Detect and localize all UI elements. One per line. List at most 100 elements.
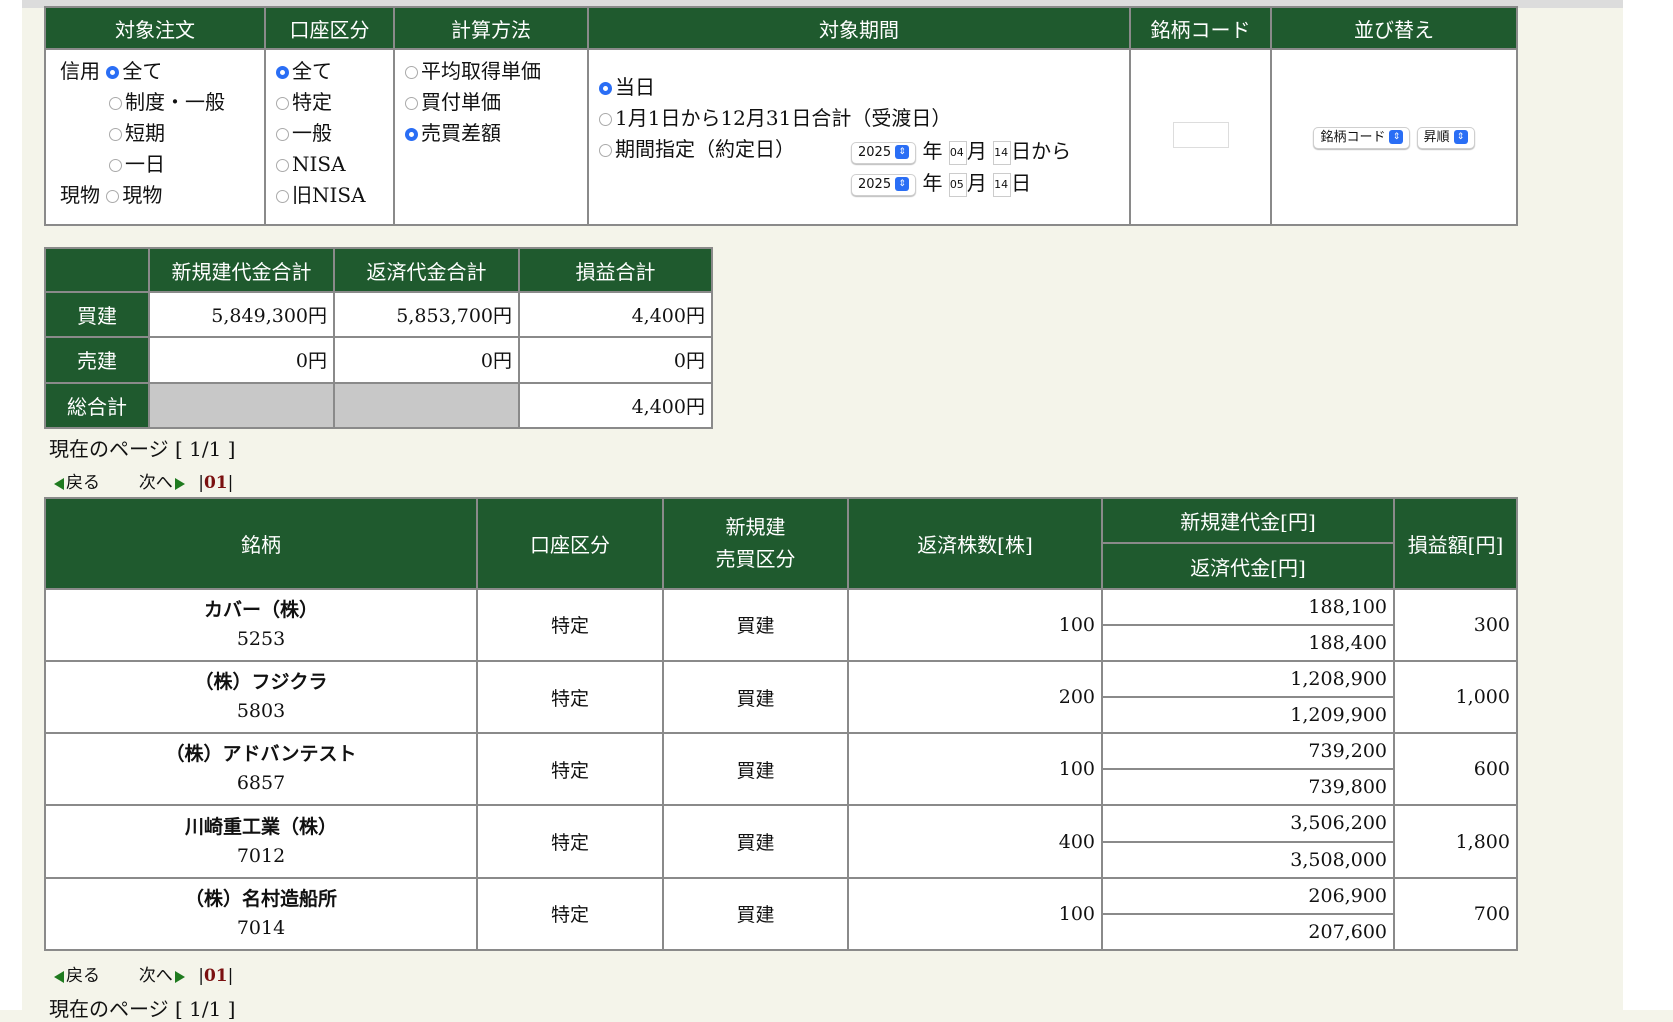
trade-side: 買建 (664, 878, 847, 949)
trade-code: 6857 (236, 772, 286, 795)
radio-account-nisa[interactable] (276, 159, 289, 172)
trades-header-name: 銘柄 (46, 499, 476, 588)
trade-account: 特定 (478, 734, 662, 805)
pager-bottom: 戻る 次へ |01| (54, 961, 233, 986)
trade-side: 買建 (664, 806, 847, 877)
radio-period-today[interactable] (599, 82, 612, 95)
radio-order-day[interactable] (109, 159, 122, 172)
trade-qty: 100 (849, 878, 1101, 949)
trade-row: 川崎重工業（株） 7012 特定 買建 400 3,506,200 1,800 (46, 806, 1516, 877)
trade-name-cell: （株）フジクラ 5803 (46, 661, 476, 733)
day-from-label: 日から (1011, 139, 1072, 163)
summary-cell-empty (335, 383, 518, 427)
select-arrow-icon: ⇕ (1389, 130, 1404, 144)
radio-account-tokutei[interactable] (276, 97, 289, 110)
radio-label: 全て (292, 59, 332, 83)
summary-cell: 5,849,300円 (150, 293, 333, 337)
trade-name: カバー（株） (203, 598, 318, 621)
trade-pl: 1,800 (1395, 806, 1516, 877)
trade-name: （株）フジクラ (194, 671, 328, 694)
to-month-input[interactable]: 05 (948, 172, 967, 197)
radio-calc-buy-price[interactable] (405, 97, 418, 110)
year-label: 年 (922, 139, 943, 163)
calc-cell: 平均取得単価 買付単価 売買差額 (395, 50, 587, 224)
filter-table: 対象注文 口座区分 計算方法 対象期間 銘柄コード 並び替え 信用 全て 制度・… (44, 6, 1518, 226)
radio-label: 売買差額 (421, 121, 501, 145)
trade-name: 川崎重工業（株） (184, 815, 337, 838)
sort-order-select[interactable]: 昇順 ⇕ (1416, 126, 1475, 149)
radio-label: NISA (292, 152, 346, 176)
trade-new-amount: 1,208,900 (1103, 661, 1393, 697)
radio-label: 当日 (615, 75, 655, 99)
header-sort: 並び替え (1272, 8, 1516, 48)
radio-label: 全て (122, 59, 163, 83)
page-link[interactable]: 01 (204, 473, 228, 493)
order-cell: 信用 全て 制度・一般 短期 一日 現物 現物 (46, 50, 264, 224)
current-page-text: 現在のページ [ 1/1 ] (49, 437, 236, 461)
summary-row-label: 買建 (46, 293, 148, 337)
year-label: 年 (922, 171, 943, 195)
from-day-input[interactable]: 14 (993, 140, 1012, 165)
radio-order-all[interactable] (106, 66, 120, 79)
back-link[interactable]: 戻る (66, 473, 100, 493)
pager-top: 戻る 次へ |01| (54, 468, 233, 493)
spot-label: 現物 (60, 183, 100, 207)
code-input[interactable] (1172, 121, 1229, 148)
trade-name: （株）名村造船所 (184, 887, 337, 910)
radio-order-seido[interactable] (109, 97, 122, 110)
summary-cell: 4,400円 (520, 383, 711, 427)
radio-account-old-nisa[interactable] (276, 190, 289, 203)
summary-row-label: 総合計 (46, 383, 148, 427)
trade-qty: 100 (849, 589, 1101, 660)
radio-label: 特定 (292, 90, 332, 114)
page-link[interactable]: 01 (204, 966, 228, 986)
header-code: 銘柄コード (1131, 8, 1270, 48)
right-margin (1623, 0, 1673, 1010)
radio-label: 平均取得単価 (421, 59, 541, 83)
back-link[interactable]: 戻る (66, 966, 100, 986)
trade-name-cell: カバー（株） 5253 (46, 589, 476, 660)
trade-new-amount: 3,506,200 (1103, 806, 1393, 841)
trade-ret-amount: 188,400 (1103, 625, 1393, 660)
trade-new-amount: 739,200 (1103, 734, 1393, 769)
trade-qty: 200 (849, 661, 1101, 733)
period-to-row: 2025 ⇕ 年 05 月 14 日 (851, 168, 1031, 199)
radio-label: 制度・一般 (125, 90, 225, 114)
to-year-select[interactable]: 2025 ⇕ (851, 173, 917, 196)
header-calc: 計算方法 (395, 8, 587, 48)
radio-period-year[interactable] (599, 113, 612, 126)
trade-side: 買建 (664, 734, 847, 805)
radio-account-all[interactable] (276, 66, 289, 79)
sort-cell: 銘柄コード ⇕ 昇順 ⇕ (1272, 50, 1516, 224)
radio-account-ippan[interactable] (276, 128, 289, 141)
trade-pl: 600 (1395, 734, 1516, 805)
trade-qty: 400 (849, 806, 1101, 877)
trades-header-pl: 損益額[円] (1395, 499, 1516, 588)
from-month-input[interactable]: 04 (948, 140, 967, 165)
summary-table: 新規建代金合計 返済代金合計 損益合計 買建 5,849,300円 5,853,… (44, 247, 713, 429)
radio-calc-difference[interactable] (405, 128, 418, 141)
header-period: 対象期間 (589, 8, 1129, 48)
side-header-bottom: 売買区分 (715, 547, 796, 572)
next-link[interactable]: 次へ (139, 473, 173, 493)
radio-calc-average[interactable] (405, 66, 418, 79)
radio-period-range[interactable] (599, 144, 612, 157)
trade-pl: 700 (1395, 878, 1516, 949)
radio-label: 旧NISA (292, 183, 366, 207)
period-cell: 当日 1月1日から12月31日合計（受渡日） 期間指定（約定日） 2025 ⇕ 年… (589, 50, 1129, 224)
trade-row: （株）名村造船所 7014 特定 買建 100 206,900 700 (46, 878, 1516, 949)
summary-cell-empty (150, 383, 333, 427)
sort-field-select[interactable]: 銘柄コード ⇕ (1313, 126, 1411, 149)
next-link[interactable]: 次へ (139, 966, 173, 986)
from-year-select[interactable]: 2025 ⇕ (851, 141, 917, 164)
trade-new-amount: 206,900 (1103, 878, 1393, 913)
radio-order-short[interactable] (109, 128, 122, 141)
month-label: 月 (966, 139, 987, 163)
summary-cell: 5,853,700円 (335, 293, 518, 337)
next-arrow-icon (174, 970, 185, 983)
trade-account: 特定 (478, 878, 662, 949)
radio-order-spot[interactable] (106, 190, 120, 203)
trade-code: 5253 (236, 627, 286, 650)
code-cell (1131, 50, 1270, 224)
to-day-input[interactable]: 14 (993, 172, 1012, 197)
